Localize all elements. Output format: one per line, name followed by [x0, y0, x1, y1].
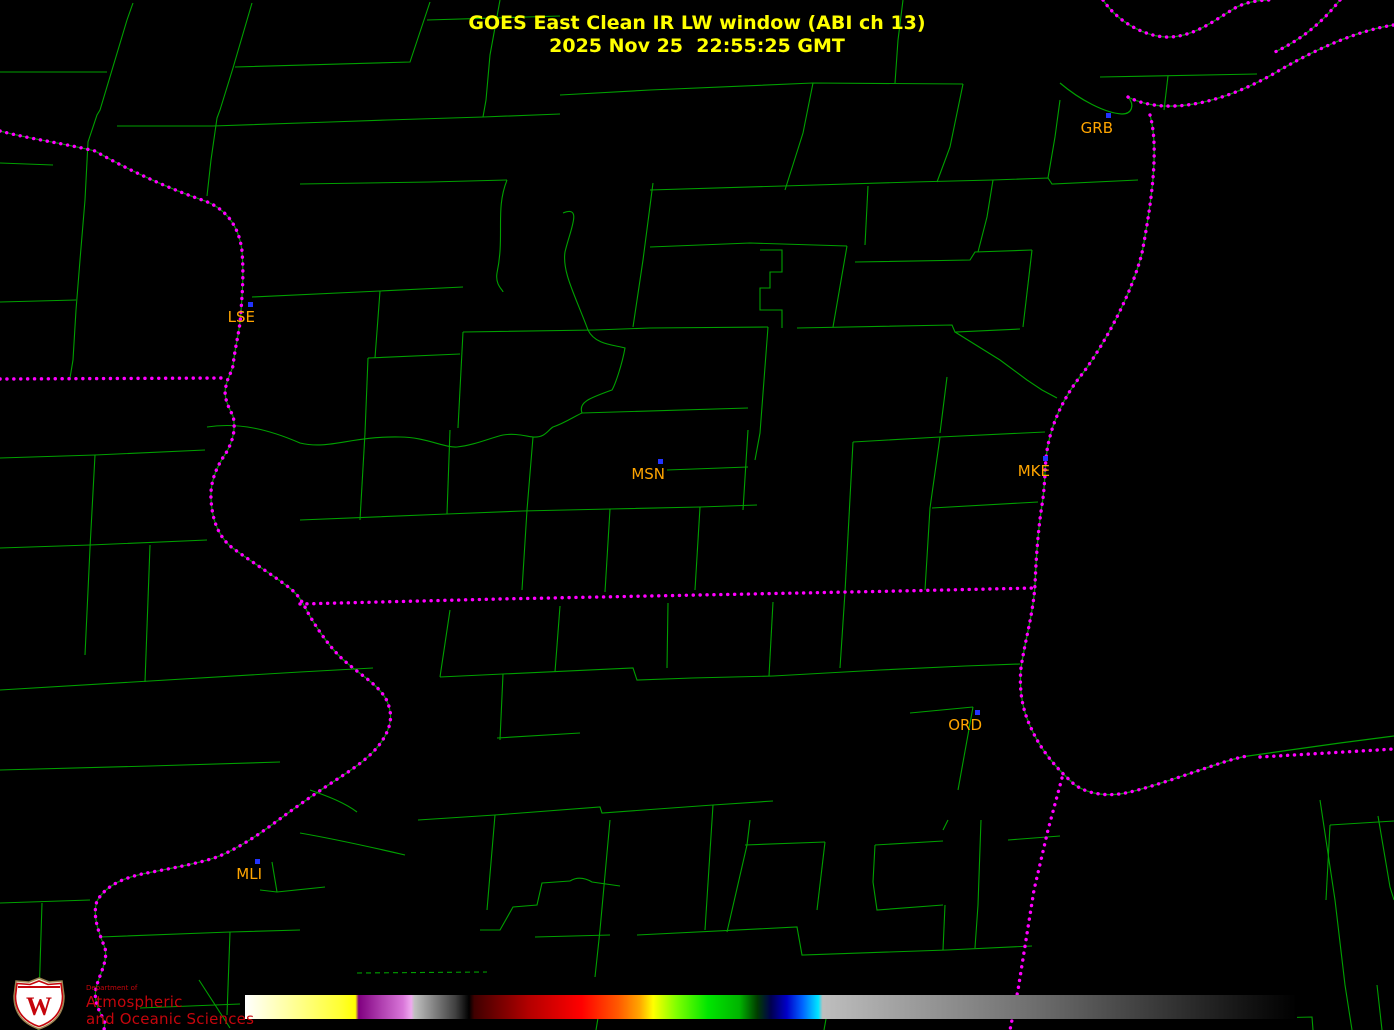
uw-crest-icon: W — [6, 977, 72, 1030]
station-label: ORD — [948, 716, 982, 734]
color-scale-bar — [245, 995, 1297, 1019]
border-il-in — [1010, 778, 1062, 1030]
lake-michigan-shoreline — [1020, 0, 1394, 795]
crest-letter: W — [26, 992, 52, 1021]
station-label: MKE — [1018, 462, 1050, 480]
uw-aos-logo: W Department of Atmospheric and Oceanic … — [6, 977, 254, 1030]
station-dot-icon — [975, 710, 980, 715]
title-line-1: GOES East Clean IR LW window (ABI ch 13) — [0, 12, 1394, 35]
station-label: MSN — [631, 465, 665, 483]
station-label: LSE — [228, 308, 255, 326]
border-lake-shore — [1020, 115, 1248, 795]
station-label: MLI — [236, 865, 262, 883]
rivers — [0, 131, 625, 1030]
border-mn-ia — [0, 378, 223, 379]
station-label: GRB — [1081, 119, 1113, 137]
border-wi-il — [300, 588, 1035, 604]
station-dot-icon — [1043, 456, 1048, 461]
county-boundaries — [0, 0, 1394, 1030]
station-dot-icon — [1106, 113, 1111, 118]
border-in-mi — [1260, 749, 1394, 757]
state-borders — [0, 0, 1394, 1030]
title-line-2: 2025 Nov 25 22:55:25 GMT — [0, 35, 1394, 58]
image-title: GOES East Clean IR LW window (ABI ch 13)… — [0, 12, 1394, 58]
satellite-image-viewer: GOES East Clean IR LW window (ABI ch 13)… — [0, 0, 1394, 1030]
logo-name-line-1: Atmospheric — [86, 995, 254, 1010]
station-dot-icon — [658, 459, 663, 464]
border-mississippi-river — [0, 131, 391, 1030]
station-dot-icon — [248, 302, 253, 307]
map-canvas — [0, 0, 1394, 1030]
logo-name-line-2: and Oceanic Sciences — [86, 1012, 254, 1027]
logo-dept-line: Department of — [86, 985, 254, 992]
station-dot-icon — [255, 859, 260, 864]
logo-text: Department of Atmospheric and Oceanic Sc… — [86, 985, 254, 1027]
